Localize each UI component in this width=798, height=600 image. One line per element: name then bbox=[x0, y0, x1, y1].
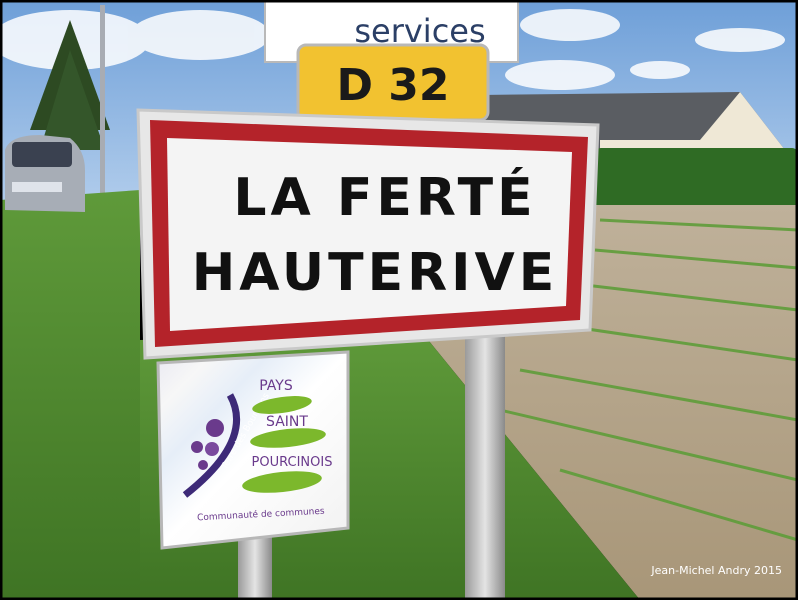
community-line3: POURCINOIS bbox=[252, 455, 333, 470]
grape-1 bbox=[206, 419, 224, 437]
grape-2 bbox=[191, 441, 203, 453]
photo-scene: services D 32 LA FERTÉ HAUTERIVE Terre d… bbox=[0, 0, 798, 600]
grass-left bbox=[0, 190, 140, 600]
community-line2: SAINT bbox=[266, 414, 308, 430]
community-sign: Terre des Bourbons PAYS SAINT POURCINOIS… bbox=[156, 350, 350, 550]
lamp-post bbox=[100, 5, 105, 195]
grape-4 bbox=[198, 460, 208, 470]
town-name-line2: HAUTERIVE bbox=[192, 243, 559, 303]
road-number: D 32 bbox=[336, 60, 449, 111]
sign-post-right bbox=[465, 330, 505, 600]
hedge bbox=[595, 148, 798, 210]
town-name-line1: LA FERTÉ bbox=[233, 167, 536, 228]
road-plate: D 32 bbox=[296, 43, 490, 122]
photo-frame: services D 32 LA FERTÉ HAUTERIVE Terre d… bbox=[0, 0, 798, 600]
town-sign: LA FERTÉ HAUTERIVE bbox=[136, 108, 600, 360]
photo-credit: Jean-Michel Andry 2015 bbox=[650, 564, 782, 577]
car bbox=[5, 135, 85, 212]
grape-3 bbox=[205, 442, 219, 456]
community-line1: PAYS bbox=[259, 378, 293, 394]
